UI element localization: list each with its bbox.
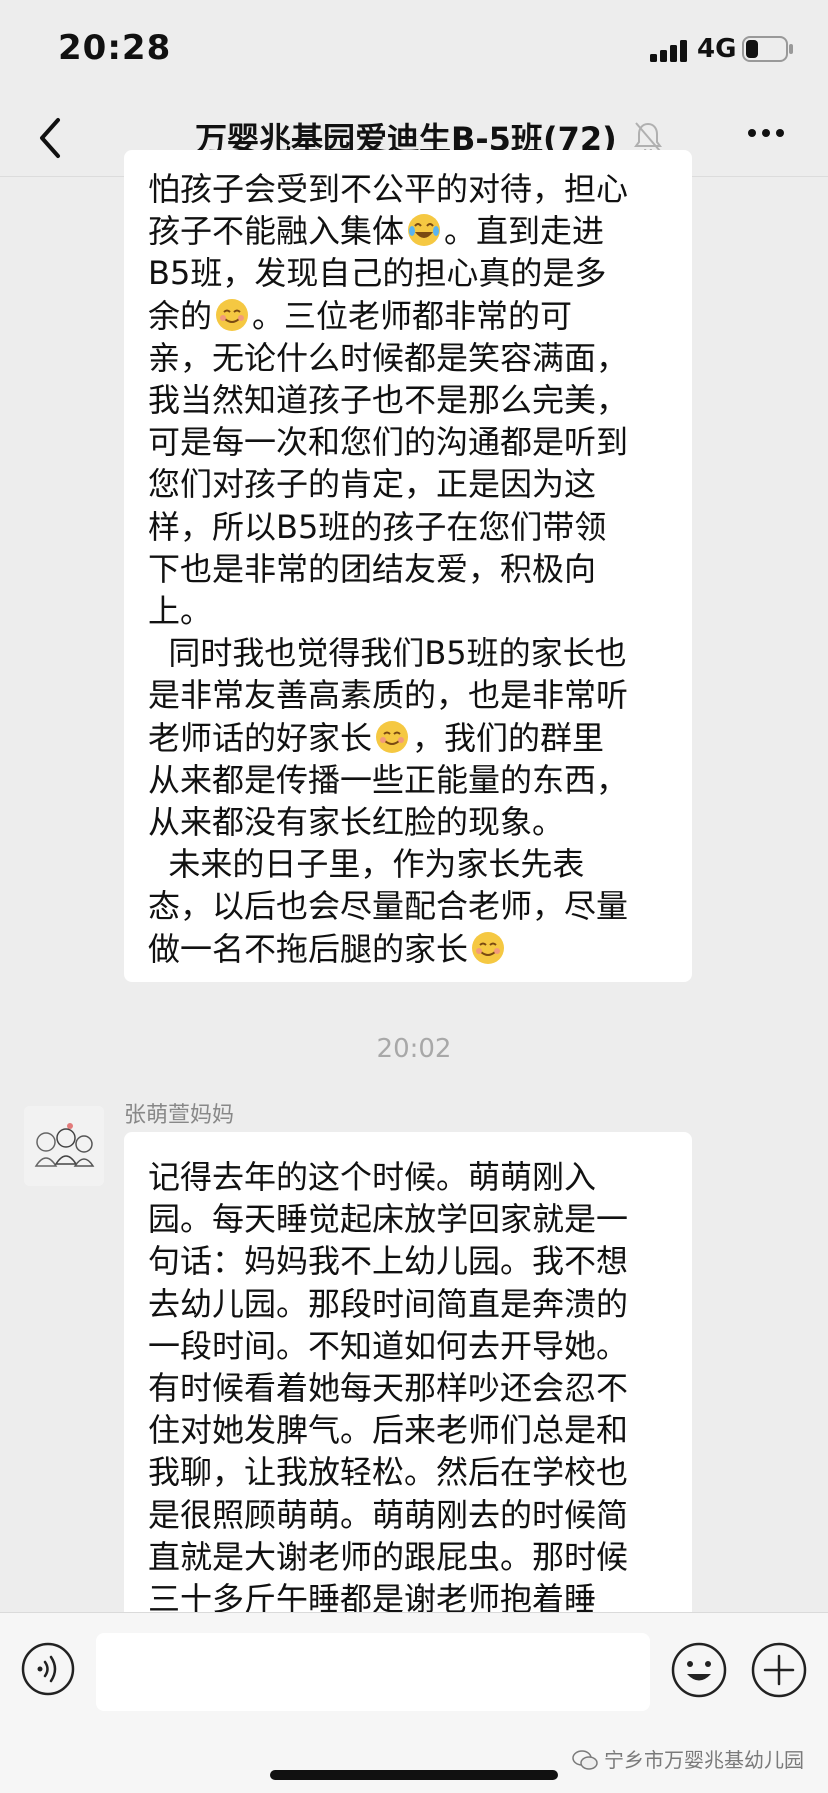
voice-icon[interactable]: [20, 1641, 76, 1697]
home-indicator: [270, 1770, 558, 1780]
message-line: 老师话的好家长 ，我们的群里: [148, 718, 605, 757]
message-line: 是很照顾萌萌。萌萌刚去的时候简: [148, 1495, 629, 1534]
message-line: 未来的日子里，作为家长先表: [148, 845, 585, 884]
watermark-text: 宁乡市万婴兆基幼儿园: [604, 1748, 804, 1772]
smile-emoji-icon: [216, 298, 249, 331]
message-line: 样，所以B5班的孩子在您们带领: [148, 507, 607, 546]
wechat-logo-icon: [572, 1750, 598, 1770]
message-input[interactable]: [96, 1633, 650, 1711]
message-line: 从来都没有家长红脸的现象。: [148, 803, 565, 842]
message-line: B5班，发现自己的担心真的是多: [148, 254, 607, 293]
chevron-left-icon[interactable]: [32, 112, 72, 164]
message-line: 可是每一次和您们的沟通都是听到: [148, 423, 629, 462]
smile-emoji-icon: [376, 720, 409, 753]
status-bar: 20:28 4G: [0, 0, 828, 100]
message-line: 态，以后也会尽量配合老师，尽量: [148, 887, 629, 926]
message-line: 怕孩子会受到不公平的对待，担心: [148, 170, 629, 208]
message-line: 是非常友善高素质的，也是非常听: [148, 676, 629, 715]
smile-emoji-icon: [472, 931, 505, 964]
more-dots-icon[interactable]: [746, 126, 786, 140]
message-line: 我聊，让我放轻松。然后在学校也: [148, 1453, 629, 1492]
sender-name: 张萌萱妈妈: [124, 1103, 235, 1128]
message-line: 上。: [148, 592, 213, 631]
message-line: 从来都是传播一些正能量的东西，: [148, 760, 629, 799]
tears-of-joy-emoji-icon: [408, 214, 441, 247]
message-line: 有时候看着她每天那样吵还会忍不: [148, 1369, 629, 1408]
plus-icon[interactable]: [750, 1641, 808, 1699]
avatar-image: [24, 1106, 104, 1186]
message-line: 您们对孩子的肯定，正是因为这: [148, 465, 597, 504]
message-line: 余的 。三位老师都非常的可: [148, 296, 573, 335]
status-time: 20:28: [58, 28, 172, 68]
network-label: 4G: [697, 34, 737, 64]
message-line: 园。每天睡觉起床放学回家就是一: [148, 1200, 629, 1239]
message-line: 一段时间。不知道如何去开导她。: [148, 1326, 629, 1365]
message-bubble[interactable]: 记得去年的这个时候。萌萌刚入 园。每天睡觉起床放学回家就是一 句话：妈妈我不上幼…: [124, 1132, 692, 1632]
signal-icon: [650, 40, 687, 62]
avatar[interactable]: [24, 1106, 104, 1186]
message-line: 住对她发脾气。后来老师们总是和: [148, 1411, 629, 1450]
emoji-icon[interactable]: [670, 1641, 728, 1699]
bell-off-icon: [634, 122, 662, 153]
message-line: 做一名不拖后腿的家长: [148, 928, 672, 970]
message-line: 我当然知道孩子也不是那么完美，: [148, 381, 629, 420]
message-line: 孩子不能融入集体 。直到走进: [148, 212, 605, 251]
message-line: 下也是非常的团结友爱，积极向: [148, 549, 597, 588]
watermark: 宁乡市万婴兆基幼儿园: [572, 1744, 804, 1773]
message-line: 直就是大谢老师的跟屁虫。那时候: [148, 1537, 629, 1576]
message-bubble[interactable]: 怕孩子会受到不公平的对待，担心 孩子不能融入集体 。直到走进 B5班，发现自己的担…: [124, 150, 692, 982]
message-line: 句话：妈妈我不上幼儿园。我不想: [148, 1242, 629, 1281]
message-timestamp: 20:02: [376, 1034, 452, 1064]
message-line: 记得去年的这个时候。萌萌刚入: [148, 1158, 597, 1196]
message-line: 去幼儿园。那段时间简直是奔溃的: [148, 1284, 629, 1323]
message-line: 同时我也觉得我们B5班的家长也: [148, 634, 627, 673]
message-line: 亲，无论什么时候都是笑容满面，: [148, 338, 629, 377]
battery-icon: [742, 36, 793, 62]
